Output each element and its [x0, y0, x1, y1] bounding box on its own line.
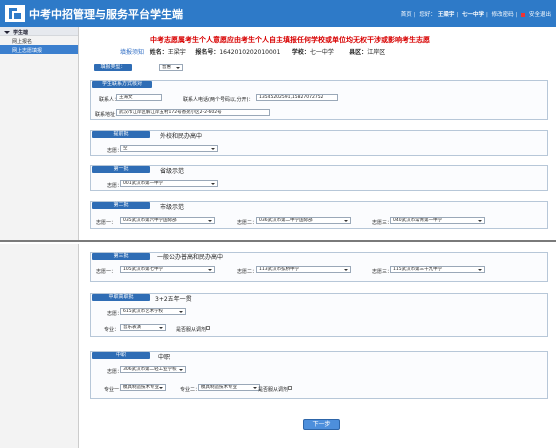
first-batch-title: 第一批 — [92, 166, 150, 173]
second-choice-2-select[interactable]: 036武汉市第二中学国际部 — [256, 217, 351, 224]
name-value: 王梁宇 — [167, 49, 186, 56]
third-batch-desc: 一般公办普高和民办高中 — [157, 254, 224, 261]
vocational-3plus2-title: 中职高职批 — [92, 294, 150, 301]
contact-person-input[interactable]: 王海文 — [116, 94, 162, 101]
district-value: 江岸区 — [367, 49, 386, 56]
third-choice-2-select[interactable]: 113武汉市弘桥中学 — [256, 266, 351, 273]
first-batch-desc: 省级示范 — [160, 168, 185, 175]
vocational-major2-select[interactable]: 模具制造技术专业 — [198, 384, 260, 391]
school-name: 七一中学 — [461, 12, 484, 18]
vocational-3plus2-choice-select[interactable]: 615武汉市艺术学校 — [120, 308, 186, 315]
second-choice-2-label: 志愿二： — [237, 220, 258, 226]
screenshot-gap — [0, 242, 556, 244]
first-choice-select[interactable]: 001武汉市第一中学 — [120, 180, 218, 187]
sidebar-section-student[interactable]: 学生端 — [0, 27, 78, 36]
contact-address-input[interactable]: 武汉市江岸区解江岸五村172号香苑小区2-2-602号 — [116, 109, 270, 116]
change-password-link[interactable]: 修改密码 — [492, 12, 514, 18]
guide-link[interactable]: 填报须知 — [120, 49, 144, 56]
vocational-3plus2-major-label: 专业： — [104, 327, 120, 333]
greeting-label: 您好： — [419, 12, 436, 18]
school-value: 七一中学 — [309, 49, 334, 56]
enroll-type-select[interactable]: 普惠 — [159, 64, 183, 71]
enroll-type-label: 填报类型： — [94, 64, 132, 71]
second-choice-3-label: 志愿三： — [372, 220, 393, 226]
district-label: 县区： — [349, 49, 368, 56]
second-choice-1-label: 志愿一： — [96, 220, 117, 226]
second-batch-desc: 市级示范 — [160, 204, 185, 211]
header-links: 首页 | 您好： 王梁宇 | 七一中学 | 修改密码 | 安全退出 — [400, 12, 551, 18]
third-choice-3-label: 志愿三： — [372, 269, 393, 275]
vocational-obey-label: 是否服从调剂 — [258, 387, 289, 393]
reg-label: 报名号： — [195, 49, 220, 56]
notice-banner: 中考志愿属考生个人意愿应由考生个人自主填报任何学校或单位均无权干涉或影响考生志愿 — [150, 36, 430, 44]
vocational-title: 中职 — [92, 352, 150, 359]
advance-title: 提前批 — [92, 131, 150, 138]
vocational-3plus2-major-select[interactable]: 音乐表演 — [120, 324, 166, 331]
logout-link[interactable]: 安全退出 — [529, 12, 551, 18]
logout-icon — [521, 12, 526, 17]
vocational-major2-label: 专业二： — [180, 387, 201, 393]
advance-panel — [90, 130, 548, 156]
third-choice-3-select[interactable]: 115武汉市第三十九中学 — [390, 266, 485, 273]
second-batch-panel — [90, 201, 548, 229]
name-label: 姓名： — [149, 49, 168, 56]
advance-desc: 外校和民办高中 — [160, 133, 203, 140]
student-info: 填报须知 姓名：王梁宇 报名号：1642010202010001 学校：七一中学… — [120, 47, 385, 56]
chevron-down-icon — [4, 31, 10, 34]
third-choice-1-select[interactable]: 105武汉市第七中学 — [120, 266, 215, 273]
advance-choice-select[interactable]: 空 — [120, 145, 218, 152]
second-choice-1-select[interactable]: 035武汉市第六中学国际部 — [120, 217, 215, 224]
logo-icon — [5, 5, 25, 22]
vocational-3plus2-desc: 3+2五年一贯 — [155, 296, 192, 303]
third-choice-1-label: 志愿一： — [96, 269, 117, 275]
reg-value: 1642010202010001 — [219, 49, 281, 56]
sidebar-item-online-registration[interactable]: 网上报名 — [0, 36, 78, 45]
vocational-choice-select[interactable]: 306武汉市第二轻工业学校 — [120, 366, 186, 373]
home-link[interactable]: 首页 — [401, 12, 412, 18]
app-header: 中考中招管理与服务平台学生端 首页 | 您好： 王梁宇 | 七一中学 | 修改密码 | 安… — [0, 0, 556, 27]
sidebar-section-label: 学生端 — [13, 30, 29, 36]
app-title: 中考中招管理与服务平台学生端 — [29, 8, 183, 21]
vocational-3plus2-obey-label: 是否服从调剂 — [176, 327, 207, 333]
vocational-major1-select[interactable]: 模具制造技术专业 — [120, 384, 166, 391]
vocational-desc: 中职 — [158, 354, 171, 361]
school-label: 学校： — [291, 49, 310, 56]
vocational-3plus2-obey-checkbox[interactable] — [206, 326, 210, 330]
third-batch-title: 第三批 — [92, 253, 150, 260]
sidebar-item-online-application[interactable]: 网上志愿填报 — [0, 45, 78, 54]
third-choice-2-label: 志愿二： — [237, 269, 258, 275]
next-button[interactable]: 下一步 — [303, 419, 340, 430]
user-name: 王梁宇 — [437, 12, 455, 18]
sidebar: 学生端 网上报名 网上志愿填报 — [0, 27, 79, 448]
second-choice-3-select[interactable]: 040武汉市常青第一中学 — [390, 217, 485, 224]
first-batch-panel — [90, 165, 548, 191]
second-batch-title: 第二批 — [92, 202, 150, 209]
vocational-obey-checkbox[interactable] — [288, 386, 292, 390]
contact-phone-label: 联系人电话(两个号码以,分开)： — [183, 97, 254, 103]
contact-phone-input[interactable]: 13545202591,15827072752 — [256, 94, 338, 101]
contact-title: 学生联系方式核对 — [92, 81, 152, 88]
